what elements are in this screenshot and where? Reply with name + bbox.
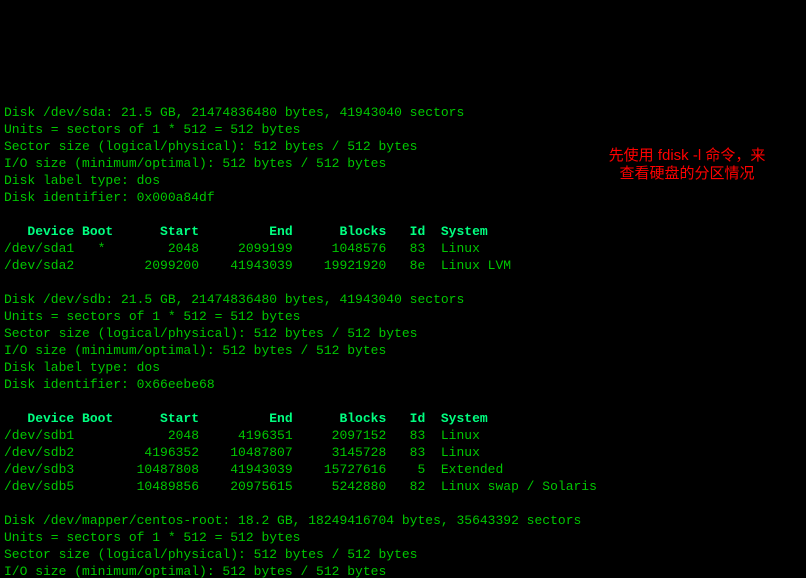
sda-units: Units = sectors of 1 * 512 = 512 bytes <box>4 122 300 137</box>
root-sector: Sector size (logical/physical): 512 byte… <box>4 547 417 562</box>
table-row: /dev/sdb2 4196352 10487807 3145728 83 Li… <box>4 445 480 460</box>
sda-table-header: Device Boot Start End Blocks Id System <box>4 224 488 239</box>
sdb-units: Units = sectors of 1 * 512 = 512 bytes <box>4 309 300 324</box>
root-io: I/O size (minimum/optimal): 512 bytes / … <box>4 564 386 578</box>
sda-label: Disk label type: dos <box>4 173 160 188</box>
table-row: /dev/sda1 * 2048 2099199 1048576 83 Linu… <box>4 241 480 256</box>
root-units: Units = sectors of 1 * 512 = 512 bytes <box>4 530 300 545</box>
sda-disk-line: Disk /dev/sda: 21.5 GB, 21474836480 byte… <box>4 105 464 120</box>
table-row: /dev/sdb5 10489856 20975615 5242880 82 L… <box>4 479 597 494</box>
sdb-label: Disk label type: dos <box>4 360 160 375</box>
table-row: /dev/sda2 2099200 41943039 19921920 8e L… <box>4 258 511 273</box>
annotation-text: 先使用 fdisk -l 命令，来查看硬盘的分区情况 <box>572 147 802 183</box>
sda-io: I/O size (minimum/optimal): 512 bytes / … <box>4 156 386 171</box>
sdb-disk-line: Disk /dev/sdb: 21.5 GB, 21474836480 byte… <box>4 292 464 307</box>
table-row: /dev/sdb1 2048 4196351 2097152 83 Linux <box>4 428 480 443</box>
sdb-ident: Disk identifier: 0x66eebe68 <box>4 377 215 392</box>
sdb-io: I/O size (minimum/optimal): 512 bytes / … <box>4 343 386 358</box>
table-row: /dev/sdb3 10487808 41943039 15727616 5 E… <box>4 462 503 477</box>
sdb-table-header: Device Boot Start End Blocks Id System <box>4 411 488 426</box>
sda-ident: Disk identifier: 0x000a84df <box>4 190 215 205</box>
sda-sector: Sector size (logical/physical): 512 byte… <box>4 139 417 154</box>
sdb-sector: Sector size (logical/physical): 512 byte… <box>4 326 417 341</box>
root-disk-line: Disk /dev/mapper/centos-root: 18.2 GB, 1… <box>4 513 581 528</box>
